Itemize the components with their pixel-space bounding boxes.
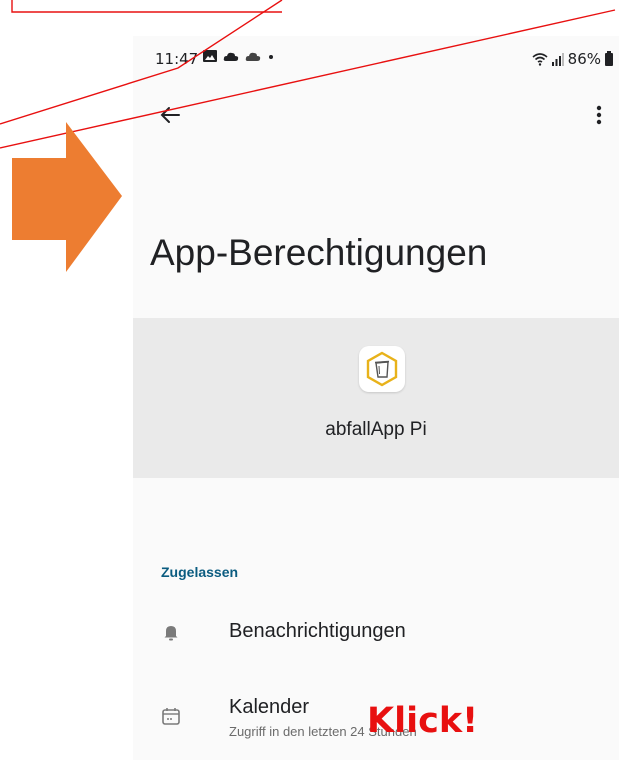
battery-icon bbox=[605, 50, 613, 66]
status-time: 11:47 bbox=[155, 50, 199, 68]
cloud-icon bbox=[223, 52, 239, 61]
toolbar bbox=[133, 96, 619, 136]
permission-label: Kalender bbox=[229, 696, 310, 718]
trash-bin-icon bbox=[366, 351, 398, 387]
orange-arrow bbox=[12, 122, 122, 272]
klick-label: Klick! bbox=[367, 701, 479, 741]
status-right: 86% bbox=[532, 50, 613, 68]
section-label-allowed: Zugelassen bbox=[161, 564, 239, 580]
app-name: abfallApp Pi bbox=[325, 419, 427, 440]
page-title: App-Berechtigungen bbox=[150, 232, 488, 273]
app-icon bbox=[359, 346, 405, 392]
bell-icon bbox=[164, 626, 178, 641]
wifi-icon bbox=[532, 52, 548, 66]
dot-icon bbox=[269, 55, 274, 59]
arrow-left-icon[interactable] bbox=[155, 100, 185, 130]
signal-icon bbox=[551, 52, 564, 66]
phone-screen: 11:47 86% App-Berechtigungen abfallApp P… bbox=[133, 36, 619, 760]
permission-label: Benachrichtigungen bbox=[229, 620, 406, 642]
image-icon bbox=[203, 50, 217, 62]
battery-percent: 86% bbox=[567, 50, 601, 68]
status-bar: 11:47 86% bbox=[133, 36, 619, 84]
app-header: abfallApp Pi bbox=[133, 318, 619, 478]
cloud-icon bbox=[246, 52, 261, 61]
permission-notifications[interactable]: Benachrichtigungen bbox=[133, 620, 619, 670]
more-vert-icon[interactable] bbox=[589, 100, 609, 130]
calendar-icon bbox=[162, 708, 180, 725]
notification-icons bbox=[203, 50, 275, 66]
